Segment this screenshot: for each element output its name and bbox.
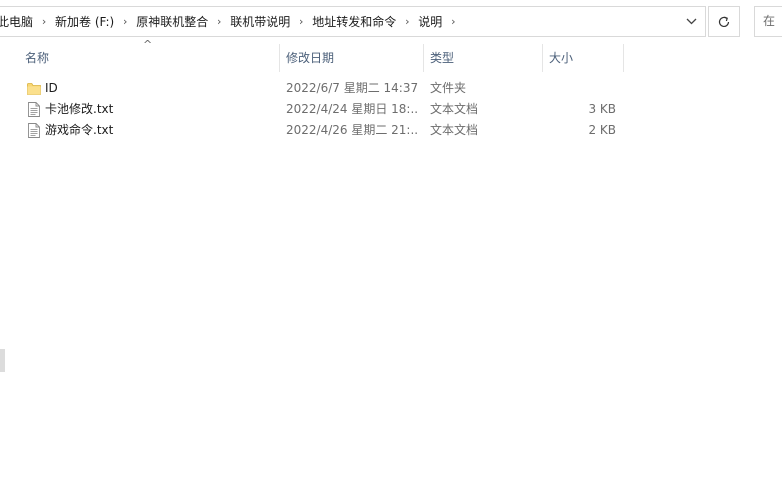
breadcrumb-item-current[interactable]: 说明 bbox=[416, 13, 444, 30]
chevron-right-icon[interactable]: › bbox=[210, 15, 228, 28]
search-input[interactable]: 在 bbox=[754, 6, 782, 37]
column-header-modified[interactable]: 修改日期 bbox=[281, 44, 423, 72]
file-row-txt-2[interactable]: 游戏命令.txt 2022/4/26 星期二 21:... 文本文档 2 KB bbox=[0, 120, 630, 141]
file-row-txt-1[interactable]: 卡池修改.txt 2022/4/24 星期日 18:... 文本文档 3 KB bbox=[0, 99, 630, 120]
file-list: ID 2022/6/7 星期二 14:37 文件夹 卡池修改.txt 2022/… bbox=[0, 78, 630, 141]
breadcrumb-item-this-pc[interactable]: 此电脑 bbox=[0, 13, 35, 30]
file-modified: 2022/6/7 星期二 14:37 bbox=[286, 81, 419, 95]
chevron-right-icon[interactable]: › bbox=[398, 15, 416, 28]
file-size: 3 KB bbox=[588, 102, 616, 116]
search-placeholder: 在 bbox=[763, 14, 776, 28]
column-header-type[interactable]: 类型 bbox=[425, 44, 542, 72]
chevron-right-icon[interactable]: › bbox=[116, 15, 134, 28]
file-row-folder-id[interactable]: ID 2022/6/7 星期二 14:37 文件夹 bbox=[0, 78, 630, 99]
address-history-button[interactable] bbox=[678, 7, 705, 36]
refresh-button[interactable] bbox=[708, 6, 740, 37]
column-header-name[interactable]: 名称 bbox=[20, 44, 279, 72]
column-divider[interactable] bbox=[542, 44, 543, 72]
file-type: 文件夹 bbox=[430, 81, 467, 95]
chevron-down-icon bbox=[686, 18, 697, 25]
column-divider[interactable] bbox=[623, 44, 624, 72]
file-size: 2 KB bbox=[588, 123, 616, 137]
breadcrumb-item-folder-3[interactable]: 地址转发和命令 bbox=[310, 13, 398, 30]
file-type: 文本文档 bbox=[430, 123, 479, 137]
breadcrumb: 此电脑 › 新加卷 (F:) › 原神联机整合 › 联机带说明 › 地址转发和命… bbox=[0, 7, 462, 36]
breadcrumb-item-drive-f[interactable]: 新加卷 (F:) bbox=[53, 13, 116, 30]
file-modified: 2022/4/26 星期二 21:... bbox=[286, 123, 419, 137]
column-divider[interactable] bbox=[279, 44, 280, 72]
refresh-icon bbox=[718, 16, 730, 27]
chevron-right-icon[interactable]: › bbox=[292, 15, 310, 28]
file-name: 卡池修改.txt bbox=[45, 102, 114, 116]
file-name: 游戏命令.txt bbox=[45, 123, 114, 137]
column-divider[interactable] bbox=[423, 44, 424, 72]
folder-icon bbox=[27, 83, 41, 95]
file-modified: 2022/4/24 星期日 18:... bbox=[286, 102, 419, 116]
breadcrumb-item-folder-2[interactable]: 联机带说明 bbox=[228, 13, 292, 30]
navigation-pane-scrollbar-thumb[interactable] bbox=[0, 349, 5, 372]
chevron-right-icon[interactable]: › bbox=[35, 15, 53, 28]
file-name: ID bbox=[45, 81, 58, 95]
address-bar[interactable]: 此电脑 › 新加卷 (F:) › 原神联机整合 › 联机带说明 › 地址转发和命… bbox=[0, 6, 706, 37]
chevron-right-icon[interactable]: › bbox=[444, 15, 462, 28]
breadcrumb-item-folder-1[interactable]: 原神联机整合 bbox=[134, 13, 210, 30]
text-file-icon bbox=[28, 102, 40, 117]
text-file-icon bbox=[28, 123, 40, 138]
file-type: 文本文档 bbox=[430, 102, 479, 116]
column-header-size[interactable]: 大小 bbox=[544, 44, 623, 72]
column-header-row: ^ 名称 修改日期 类型 大小 bbox=[0, 39, 630, 72]
